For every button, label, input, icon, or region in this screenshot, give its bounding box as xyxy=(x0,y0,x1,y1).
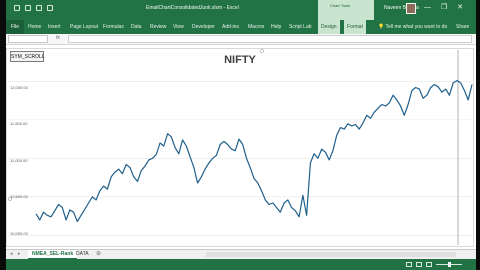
tab-review[interactable]: Review xyxy=(150,20,166,34)
share-button[interactable]: Share xyxy=(456,20,469,34)
horizontal-scrollbar[interactable] xyxy=(206,252,456,257)
sheet-tab-nmea-sel-rank[interactable]: NMEA_SEL-Rank xyxy=(28,250,78,259)
name-box[interactable] xyxy=(8,35,48,43)
minimize-button[interactable]: — xyxy=(424,4,431,12)
nifty-chart[interactable]: NIFTY SYM_SCROLL 12,000.00 11,500.00 11,… xyxy=(6,48,474,247)
view-buttons xyxy=(406,262,432,267)
nifty-series-line xyxy=(35,80,473,223)
y-tick-label: 11,500.00 xyxy=(10,121,28,126)
lightbulb-icon: 💡 xyxy=(378,24,385,30)
sheet-tab-bar: ◂ ▸ NMEA_SEL-Rank DATA ⊕ xyxy=(6,249,476,259)
chart-border xyxy=(6,48,474,247)
fx-icon[interactable]: fx xyxy=(56,35,60,41)
save-icon[interactable] xyxy=(14,5,20,11)
status-bar xyxy=(6,259,476,270)
excel-window: EmailChartConsolidatedJunk.xlsm - Excel … xyxy=(0,0,480,270)
add-sheet-icon[interactable]: ⊕ xyxy=(96,250,101,259)
page-break-view-icon[interactable] xyxy=(426,262,432,267)
y-tick-label: 10,500.00 xyxy=(10,194,28,199)
tab-design[interactable]: Design xyxy=(318,20,340,34)
chart-tools-label: Chart Tools xyxy=(330,3,351,8)
tab-help[interactable]: Help xyxy=(271,20,281,34)
restore-button[interactable]: ❐ xyxy=(441,4,447,12)
y-tick-label: 12,000.00 xyxy=(10,85,28,90)
tab-macros[interactable]: Macros xyxy=(248,20,264,34)
tab-format[interactable]: Format xyxy=(344,20,366,34)
tab-script-lab[interactable]: Script Lab xyxy=(289,20,312,34)
tab-home[interactable]: Home xyxy=(28,20,41,34)
redo-icon[interactable] xyxy=(36,5,42,11)
avatar[interactable] xyxy=(406,3,416,14)
customize-qat-icon[interactable] xyxy=(47,5,53,11)
undo-icon[interactable] xyxy=(25,5,31,11)
chart-title[interactable]: NIFTY xyxy=(6,54,474,66)
window-controls: — ❐ ✕ xyxy=(424,4,463,12)
chart-resize-handle[interactable] xyxy=(260,49,264,53)
y-tick-label: 11,000.00 xyxy=(10,158,28,163)
sheet-nav-arrows[interactable]: ◂ ▸ xyxy=(10,251,22,257)
tab-developer[interactable]: Developer xyxy=(192,20,215,34)
letterbox-right xyxy=(476,0,480,270)
page-layout-view-icon[interactable] xyxy=(416,262,422,267)
sym-scroll-button[interactable]: SYM_SCROLL xyxy=(10,51,45,62)
tab-insert[interactable]: Insert xyxy=(48,20,61,34)
tab-data[interactable]: Data xyxy=(131,20,142,34)
chart-tools-group: Chart Tools xyxy=(318,0,374,20)
gridlines xyxy=(8,81,472,236)
chart-plot xyxy=(6,48,474,247)
tab-file[interactable]: File xyxy=(6,20,24,34)
title-bar: EmailChartConsolidatedJunk.xlsm - Excel … xyxy=(6,0,476,20)
formula-input[interactable] xyxy=(68,35,472,43)
y-tick-label: 10,000.00 xyxy=(10,231,28,236)
tab-formulas[interactable]: Formulas xyxy=(103,20,124,34)
window-title: EmailChartConsolidatedJunk.xlsm - Excel xyxy=(146,5,239,11)
tab-view[interactable]: View xyxy=(173,20,184,34)
normal-view-icon[interactable] xyxy=(406,262,412,267)
sheet-tab-data[interactable]: DATA xyxy=(72,250,93,259)
tab-add-ins[interactable]: Add-ins xyxy=(222,20,239,34)
tell-me-label: Tell me what you want to do xyxy=(385,24,448,30)
ribbon-tab-row: File Home Insert Page Layout Formulas Da… xyxy=(6,20,476,34)
close-button[interactable]: ✕ xyxy=(457,4,463,12)
tab-page-layout[interactable]: Page Layout xyxy=(70,20,98,34)
tell-me-search[interactable]: 💡 Tell me what you want to do xyxy=(378,20,447,34)
zoom-slider-thumb[interactable] xyxy=(448,262,451,267)
formula-bar: fx xyxy=(6,34,476,45)
quick-access-toolbar xyxy=(14,5,53,11)
